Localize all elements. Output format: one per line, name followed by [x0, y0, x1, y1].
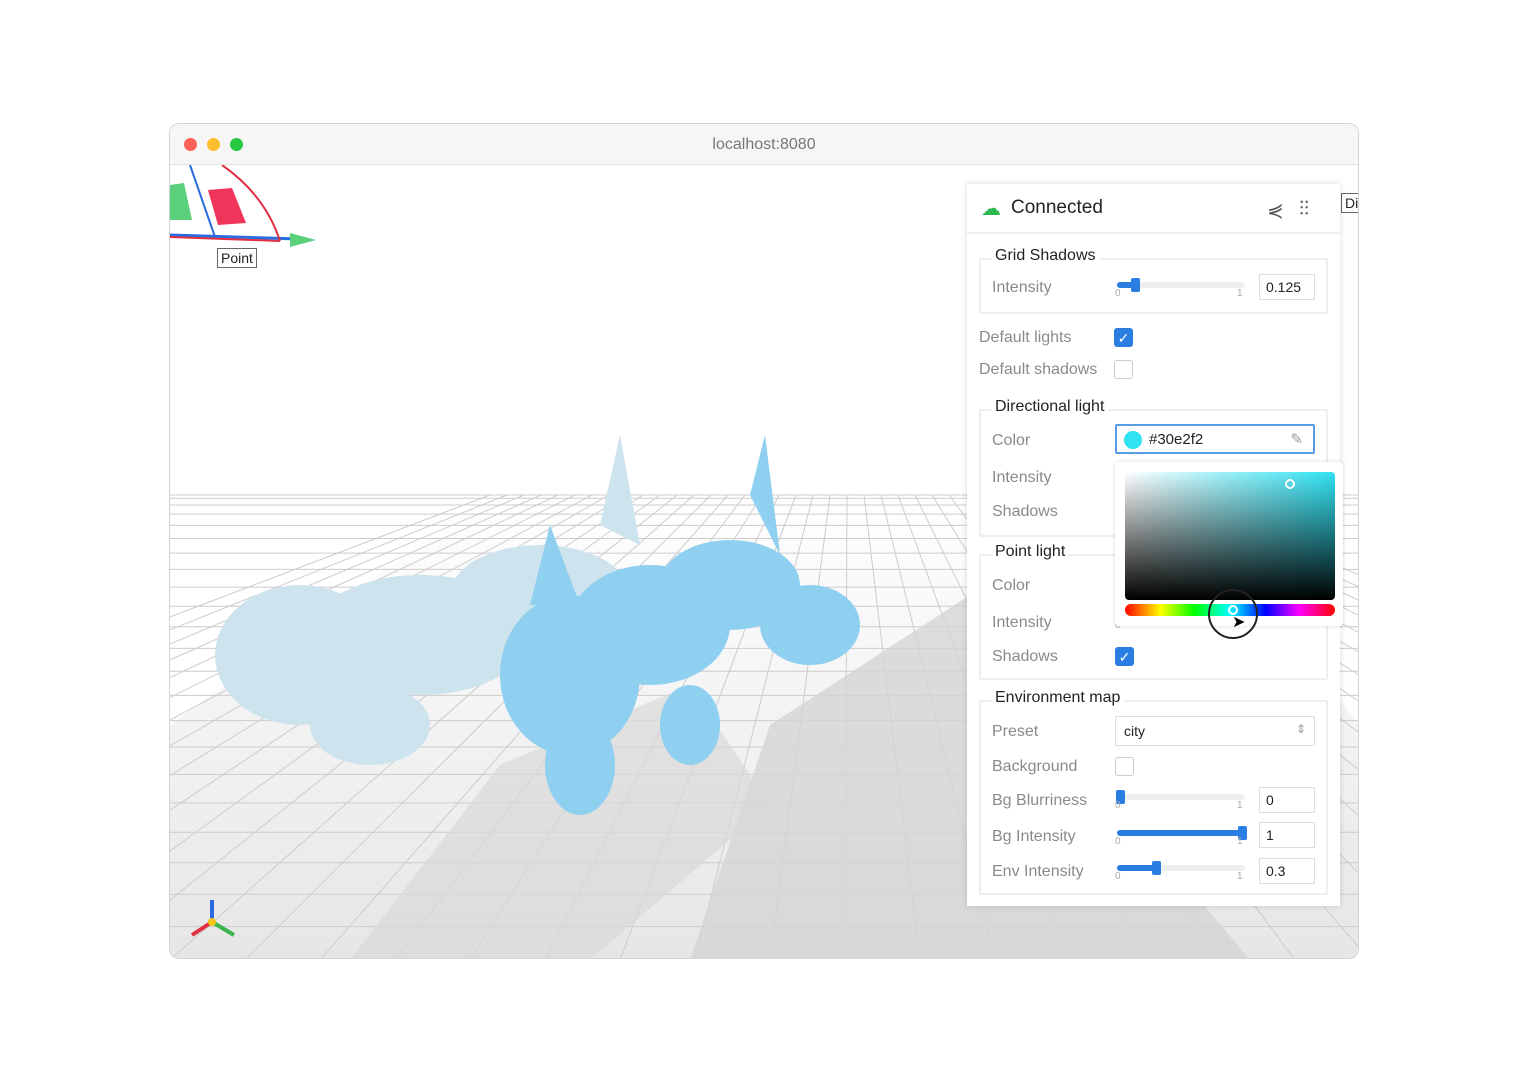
directional-light-label: Di: [1341, 193, 1358, 213]
connection-status: Connected: [1011, 197, 1103, 218]
env-intensity-label: Env Intensity: [992, 863, 1084, 880]
color-hex: #30e2f2: [1149, 431, 1204, 448]
max-tick: 1: [1237, 288, 1243, 299]
point-shadows-checkbox[interactable]: ✓: [1115, 647, 1134, 666]
default-lights-label: Default lights: [979, 329, 1072, 346]
bg-blurriness-input[interactable]: 0: [1259, 787, 1315, 813]
cloud-connected-icon: ☁: [981, 197, 1001, 220]
bg-intensity-label: Bg Intensity: [992, 828, 1076, 845]
color-swatch: [1124, 431, 1142, 449]
saturation-value-area[interactable]: [1125, 472, 1335, 600]
section-title[interactable]: Environment map: [991, 689, 1125, 707]
bg-blurriness-slider[interactable]: 01: [1115, 790, 1245, 812]
min-tick: 0: [1115, 871, 1121, 882]
section-title[interactable]: Grid Shadows: [991, 247, 1100, 265]
directional-color-input[interactable]: #30e2f2 ✎: [1115, 424, 1315, 454]
title-bar: localhost:8080: [170, 124, 1358, 165]
preset-value: city: [1124, 723, 1145, 739]
preset-label: Preset: [992, 723, 1039, 740]
max-tick: 1: [1237, 871, 1243, 882]
default-shadows-label: Default shadows: [979, 361, 1098, 378]
shadows-label: Shadows: [992, 648, 1058, 665]
point-light-label: Point: [217, 248, 257, 268]
background-label: Background: [992, 758, 1078, 775]
max-tick: 1: [1237, 836, 1243, 847]
shadows-label: Shadows: [992, 503, 1058, 520]
mouse-cursor-icon: ➤: [1232, 614, 1246, 631]
preset-select[interactable]: city ⇕: [1115, 716, 1315, 746]
section-title[interactable]: Point light: [991, 543, 1070, 561]
bg-intensity-slider[interactable]: 01: [1115, 826, 1247, 848]
light-gizmo: [170, 165, 316, 247]
grid-intensity-slider[interactable]: 01: [1115, 278, 1245, 300]
bg-blurriness-label: Bg Blurriness: [992, 792, 1088, 809]
default-lights-checkbox[interactable]: ✓: [1114, 328, 1133, 347]
share-icon[interactable]: ⋞: [1267, 198, 1284, 223]
intensity-label: Intensity: [992, 614, 1052, 631]
eyedropper-icon[interactable]: ✎: [1290, 430, 1303, 448]
bg-intensity-input[interactable]: 1: [1259, 822, 1315, 848]
panel-header: ☁ Connected ⋞ ⫶⫶: [967, 184, 1340, 234]
section-title[interactable]: Directional light: [991, 398, 1109, 416]
intensity-label: Intensity: [992, 279, 1052, 296]
min-tick: 0: [1115, 836, 1121, 847]
color-label: Color: [992, 432, 1031, 449]
max-tick: 1: [1237, 800, 1243, 811]
color-label: Color: [992, 577, 1031, 594]
sliders-icon[interactable]: ⫶⫶: [1299, 198, 1309, 221]
background-checkbox[interactable]: [1115, 757, 1134, 776]
min-tick: 0: [1115, 800, 1121, 811]
default-shadows-checkbox[interactable]: [1114, 360, 1133, 379]
env-intensity-slider[interactable]: 01: [1115, 861, 1245, 883]
env-intensity-input[interactable]: 0.3: [1259, 858, 1315, 884]
window-title: localhost:8080: [712, 136, 816, 153]
grid-intensity-input[interactable]: 0.125: [1259, 274, 1315, 300]
min-tick: 0: [1115, 288, 1121, 299]
intensity-label: Intensity: [992, 469, 1052, 486]
color-picker-popover: ➤: [1115, 462, 1343, 639]
updown-chevron-icon: ⇕: [1295, 722, 1306, 736]
